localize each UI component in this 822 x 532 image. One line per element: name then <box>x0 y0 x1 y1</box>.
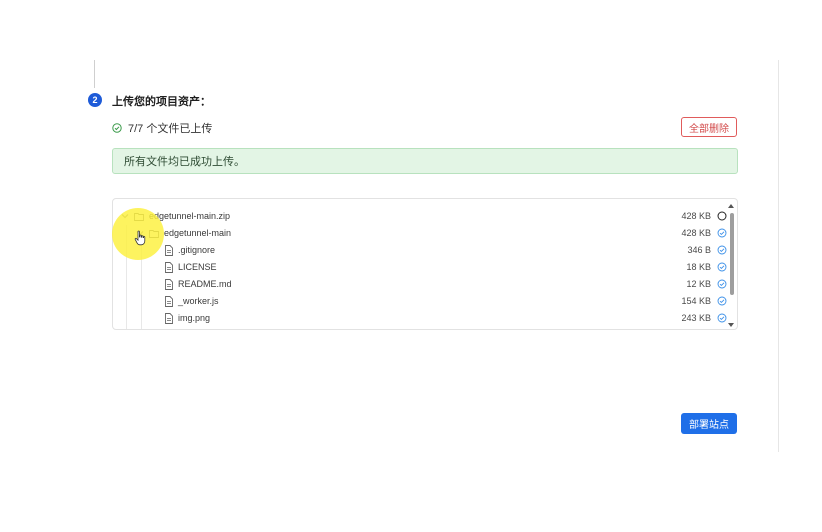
check-circle-icon <box>717 296 727 306</box>
folder-icon <box>149 230 159 238</box>
folder-icon <box>134 213 144 221</box>
step-title: 上传您的项目资产： <box>112 96 211 108</box>
file-name: img.png <box>178 313 211 323</box>
file-name: README.md <box>178 279 232 289</box>
scroll-down-arrow[interactable] <box>728 323 734 327</box>
tree-row-folder[interactable]: edgetunnel-main.zip 428 KB <box>113 208 727 225</box>
tree-row-file[interactable]: _worker.js 154 KB <box>113 293 727 310</box>
check-circle-icon <box>717 279 727 289</box>
tree-row-file[interactable]: README.md 12 KB <box>113 276 727 293</box>
file-size: 346 B <box>687 245 711 255</box>
tree-row-folder[interactable]: edgetunnel-main 428 KB <box>113 225 727 242</box>
file-size: 428 KB <box>681 211 711 221</box>
file-size: 18 KB <box>686 262 711 272</box>
file-icon <box>165 296 173 307</box>
panel-divider <box>778 60 779 452</box>
scrollbar-thumb[interactable] <box>730 213 734 295</box>
file-name: _worker.js <box>178 296 219 306</box>
check-circle-icon <box>717 245 727 255</box>
step-connector-line <box>94 60 95 88</box>
check-circle-icon <box>717 313 727 323</box>
check-circle-icon <box>717 262 727 272</box>
pending-circle-icon <box>717 211 727 221</box>
file-size: 154 KB <box>681 296 711 306</box>
file-name: .gitignore <box>178 245 216 255</box>
upload-status: 7/7 个文件已上传 <box>112 120 212 136</box>
file-size: 428 KB <box>681 228 711 238</box>
deploy-site-button[interactable]: 部署站点 <box>681 413 737 434</box>
file-icon <box>165 245 173 256</box>
tree-row-file[interactable]: img.png 243 KB <box>113 310 727 327</box>
file-name: edgetunnel-main.zip <box>149 211 231 221</box>
delete-all-button[interactable]: 全部删除 <box>681 117 737 137</box>
file-icon <box>165 262 173 273</box>
success-banner: 所有文件均已成功上传。 <box>112 148 738 174</box>
check-circle-icon <box>112 123 122 133</box>
tree-row-file[interactable]: .gitignore 346 B <box>113 242 727 259</box>
chevron-down-icon[interactable] <box>136 229 144 237</box>
chevron-down-icon[interactable] <box>121 212 129 220</box>
file-size: 243 KB <box>681 313 711 323</box>
check-circle-icon <box>717 228 727 238</box>
file-icon <box>165 313 173 324</box>
scroll-up-arrow[interactable] <box>728 204 734 208</box>
file-name: edgetunnel-main <box>164 228 232 238</box>
upload-status-text: 7/7 个文件已上传 <box>128 123 213 135</box>
file-tree: edgetunnel-main.zip 428 KB edgetunnel-ma… <box>112 198 738 330</box>
success-banner-text: 所有文件均已成功上传。 <box>124 156 245 168</box>
file-size: 12 KB <box>686 279 711 289</box>
tree-row-file[interactable]: LICENSE 18 KB <box>113 259 727 276</box>
file-name: LICENSE <box>178 262 217 272</box>
file-icon <box>165 279 173 290</box>
step-number-badge: 2 <box>88 93 102 107</box>
